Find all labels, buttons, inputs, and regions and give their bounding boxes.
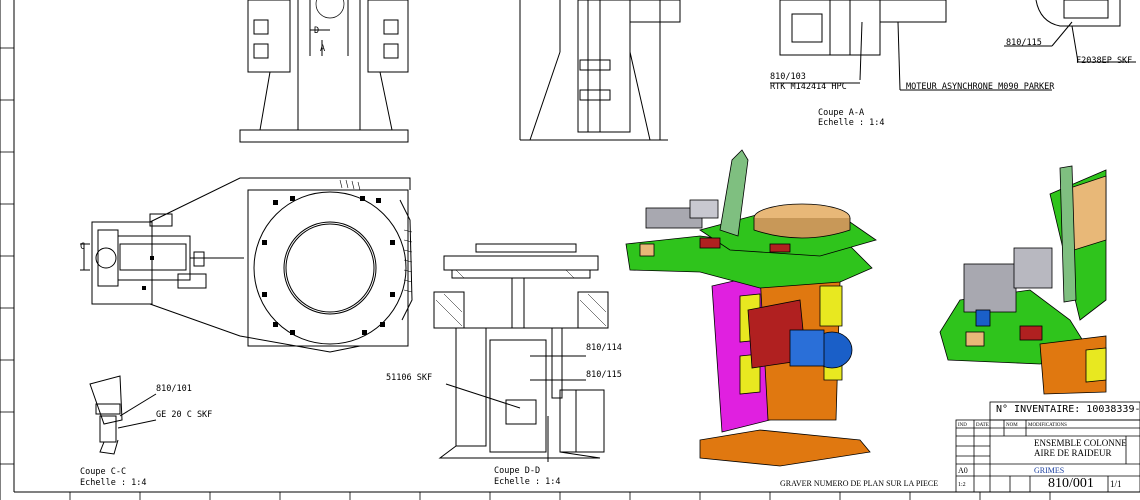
engrave-note: GRAVER NUMERO DE PLAN SUR LA PIECE (780, 479, 939, 488)
iso-view-center (625, 149, 877, 467)
company-logo: GRIMES (1034, 466, 1065, 475)
tb-modifications-header: MODIFICATIONS (1028, 423, 1067, 428)
ref-ge20c: GE 20 C SKF (156, 410, 213, 420)
ref-51106: 51106 SKF (386, 373, 433, 383)
iso-view-right (939, 165, 1107, 395)
sheet-format: A0 (958, 466, 968, 475)
drawing-sheet: { "labels": { "ref_810_115_top": "810/11… (0, 0, 1140, 500)
ref-810-115-mid: 810/115 (586, 370, 622, 380)
coupe-aa-title: Coupe A-A (818, 108, 865, 118)
drawing-title-line2: AIRE DE RAIDEUR (1034, 448, 1112, 458)
coupe-cc-title: Coupe C-C (80, 467, 127, 477)
ref-f2038ep: F2038EP SKF (1076, 56, 1133, 66)
ref-810-115-top: 810/115 (1006, 38, 1042, 48)
tb-nom-header: NOM (1006, 423, 1018, 428)
coupe-dd-scale: Echelle : 1:4 (494, 477, 561, 487)
ref-810-114: 810/114 (586, 343, 622, 353)
technical-drawing (0, 0, 1140, 500)
coupe-dd-title: Coupe D-D (494, 466, 541, 476)
drawing-title-line1: ENSEMBLE COLONNE (1034, 438, 1127, 448)
coupe-aa-scale: Echelle : 1:4 (818, 118, 885, 128)
ref-moteur: MOTEUR ASYNCHRONE M090 PARKER (906, 82, 1055, 92)
inventory-number: N° INVENTAIRE: 10038339-1 (996, 404, 1140, 415)
sheet-scale: 1:2 (958, 482, 966, 488)
ref-810-101: 810/101 (156, 384, 192, 394)
tb-ind-header: IND (958, 423, 967, 428)
tb-date-header: DATE (976, 423, 989, 428)
sheet-count: 1/1 (1110, 479, 1122, 489)
dim-c: C (80, 242, 86, 252)
plan-number: 810/001 (1048, 476, 1094, 491)
dim-a: A (320, 44, 326, 54)
dim-d: D (314, 26, 320, 36)
ref-810-103: 810/103 (770, 72, 806, 82)
ref-rtk: RTK M142414 HPC (770, 82, 847, 92)
coupe-cc-scale: Echelle : 1:4 (80, 478, 147, 488)
